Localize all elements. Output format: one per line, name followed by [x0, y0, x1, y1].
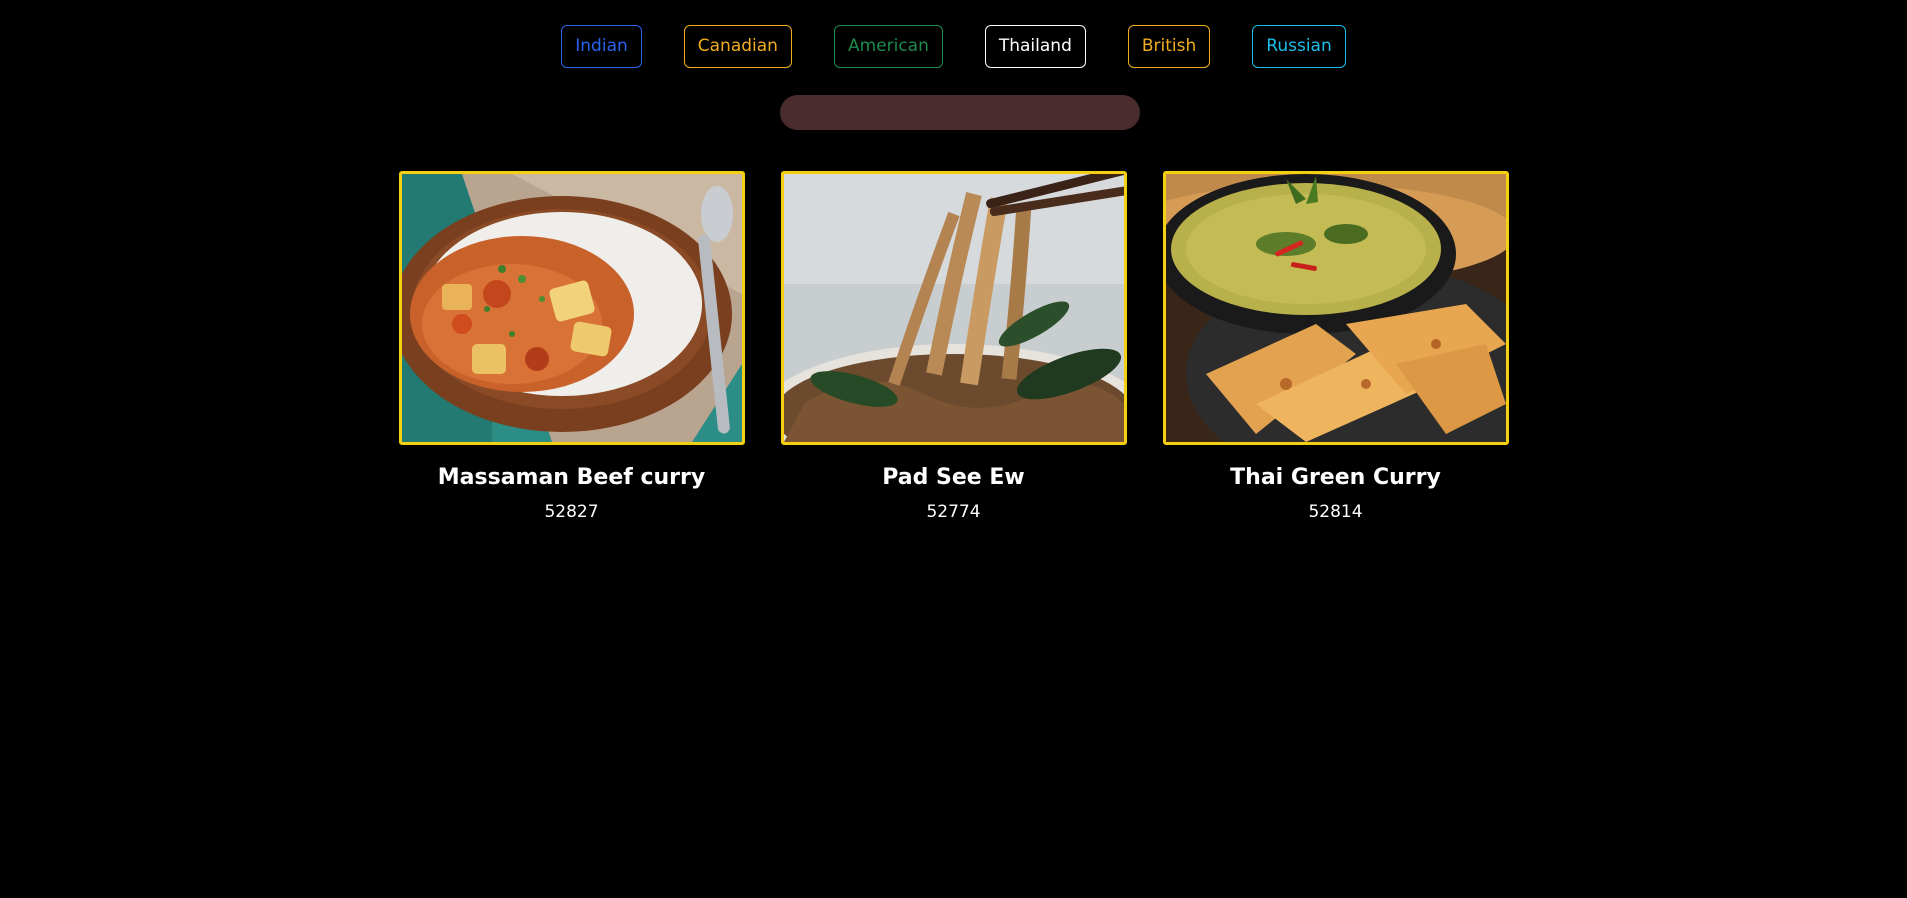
- filter-button-british[interactable]: British: [1127, 25, 1211, 68]
- meal-image[interactable]: [1162, 171, 1509, 445]
- pad-see-ew-photo: [783, 174, 1124, 442]
- filter-button-russian[interactable]: Russian: [1252, 25, 1346, 68]
- meal-id: 52774: [926, 502, 981, 522]
- meal-card-list: Massaman Beef curry 52827 Pad See Ew 527…: [0, 171, 1907, 523]
- meal-card[interactable]: Pad See Ew 52774: [780, 171, 1127, 523]
- meal-image[interactable]: [398, 171, 745, 445]
- filter-button-indian[interactable]: Indian: [561, 25, 642, 68]
- filter-button-american[interactable]: American: [833, 25, 943, 68]
- meal-id: 52827: [544, 502, 599, 522]
- filter-button-canadian[interactable]: Canadian: [683, 25, 792, 68]
- meal-title: Massaman Beef curry: [437, 465, 706, 490]
- meal-title: Pad See Ew: [882, 465, 1025, 490]
- search-input[interactable]: [780, 95, 1140, 130]
- filter-button-thailand[interactable]: Thailand: [984, 25, 1086, 68]
- meal-id: 52814: [1308, 502, 1363, 522]
- thai-green-curry-photo: [1165, 174, 1506, 442]
- massaman-curry-photo: [401, 174, 742, 442]
- meal-card[interactable]: Thai Green Curry 52814: [1162, 171, 1509, 523]
- cuisine-filter-bar: Indian Canadian American Thailand Britis…: [0, 25, 1907, 68]
- meal-title: Thai Green Curry: [1230, 465, 1441, 490]
- meal-image[interactable]: [780, 171, 1127, 445]
- page: Indian Canadian American Thailand Britis…: [0, 0, 1907, 898]
- meal-card[interactable]: Massaman Beef curry 52827: [398, 171, 745, 523]
